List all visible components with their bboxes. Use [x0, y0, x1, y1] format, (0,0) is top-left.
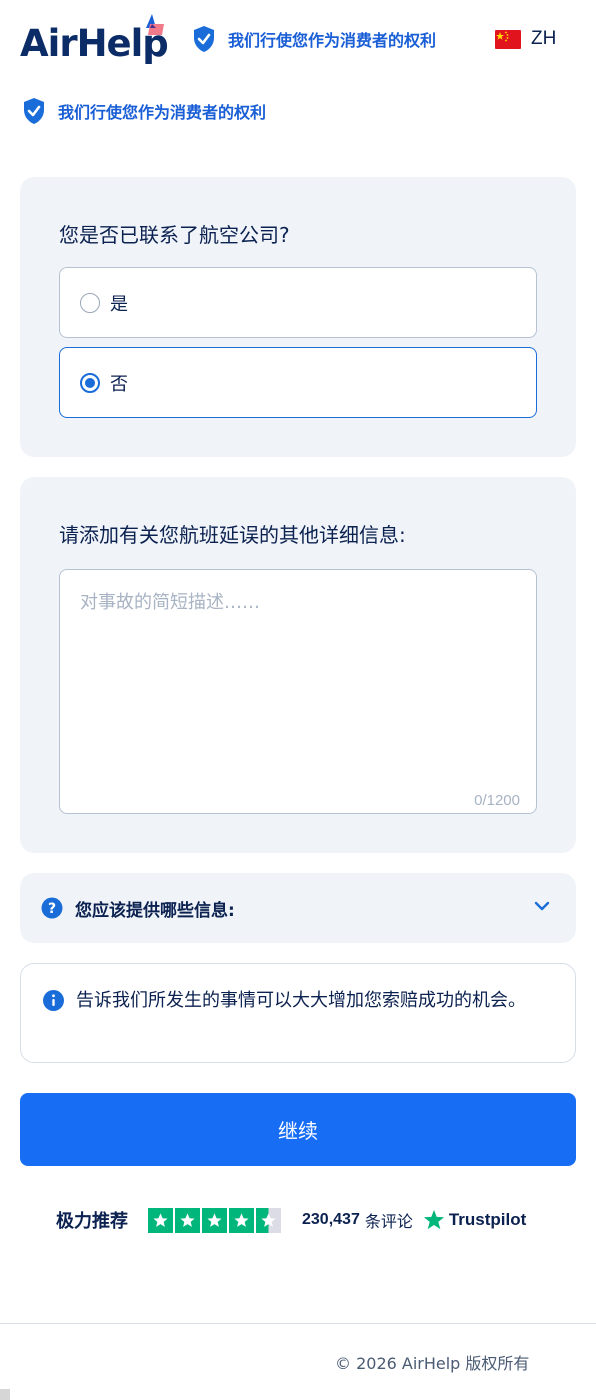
chevron-down-icon[interactable] [534, 900, 550, 912]
shield-check-icon [24, 98, 44, 124]
option-yes-label: 是 [110, 293, 128, 315]
trustpilot-stars [148, 1207, 283, 1233]
info-note: 告诉我们所发生的事情可以大大增加您索赔成功的机会。 [20, 963, 576, 1063]
rights-banner: 我们行使您作为消费者的权利 [22, 97, 266, 125]
details-textarea[interactable] [60, 570, 536, 813]
language-selector[interactable]: ZH [495, 28, 556, 50]
airline-contact-question: 您是否已联系了航空公司? [59, 223, 290, 247]
option-yes[interactable]: 是 [59, 267, 537, 338]
trustpilot-review-count: 230,437 [302, 1211, 360, 1228]
question-circle-icon: ? [41, 897, 63, 919]
star-icon [175, 1207, 200, 1233]
help-accordion-label: 您应该提供哪些信息: [75, 900, 235, 921]
info-note-text: 告诉我们所发生的事情可以大大增加您索赔成功的机会。 [76, 990, 526, 1011]
details-textarea-wrap: 0/1200 [59, 569, 537, 814]
trustpilot-brand: Trustpilot [448, 1210, 527, 1229]
trustpilot-widget[interactable]: 极力推荐 230,437 条评论 Trustpilot [56, 1206, 526, 1234]
corner-artifact [0, 1389, 10, 1400]
china-flag-icon [495, 29, 521, 49]
logo-mark-icon [146, 14, 164, 35]
star-icon [148, 1207, 173, 1233]
info-icon [43, 990, 64, 1011]
half-star-icon [256, 1207, 281, 1233]
copyright: © 2026 AirHelp 版权所有 [335, 1354, 530, 1373]
svg-text:?: ? [48, 901, 56, 917]
details-question: 请添加有关您航班延误的其他详细信息: [59, 523, 406, 547]
header: AirHelp 我们行使您作为消费者的权利 ZH [0, 0, 596, 80]
radio-no[interactable] [80, 372, 100, 393]
trustpilot-star-icon [423, 1209, 444, 1230]
option-no[interactable]: 否 [59, 347, 537, 418]
help-accordion[interactable]: ? 您应该提供哪些信息: [20, 873, 576, 943]
option-no-label: 否 [110, 373, 128, 395]
footer-divider [0, 1323, 596, 1324]
language-code: ZH [531, 28, 557, 49]
details-card: 请添加有关您航班延误的其他详细信息: 0/1200 [20, 477, 576, 853]
character-counter: 0/1200 [474, 792, 520, 809]
rights-banner-text: 我们行使您作为消费者的权利 [58, 103, 267, 122]
header-rights-text: 我们行使您作为消费者的权利 [228, 31, 437, 50]
airline-contact-card: 您是否已联系了航空公司? 是 否 [20, 177, 576, 457]
star-icon [202, 1207, 227, 1233]
header-rights-claim: 我们行使您作为消费者的权利 [192, 24, 436, 54]
trustpilot-recommend: 极力推荐 [56, 1211, 128, 1232]
shield-check-icon [194, 26, 214, 52]
star-icon [229, 1207, 254, 1233]
trustpilot-reviews-label: 条评论 [364, 1212, 413, 1231]
continue-button[interactable]: 继续 [20, 1093, 576, 1166]
radio-yes[interactable] [80, 292, 100, 313]
airhelp-logo[interactable]: AirHelp [20, 14, 170, 66]
